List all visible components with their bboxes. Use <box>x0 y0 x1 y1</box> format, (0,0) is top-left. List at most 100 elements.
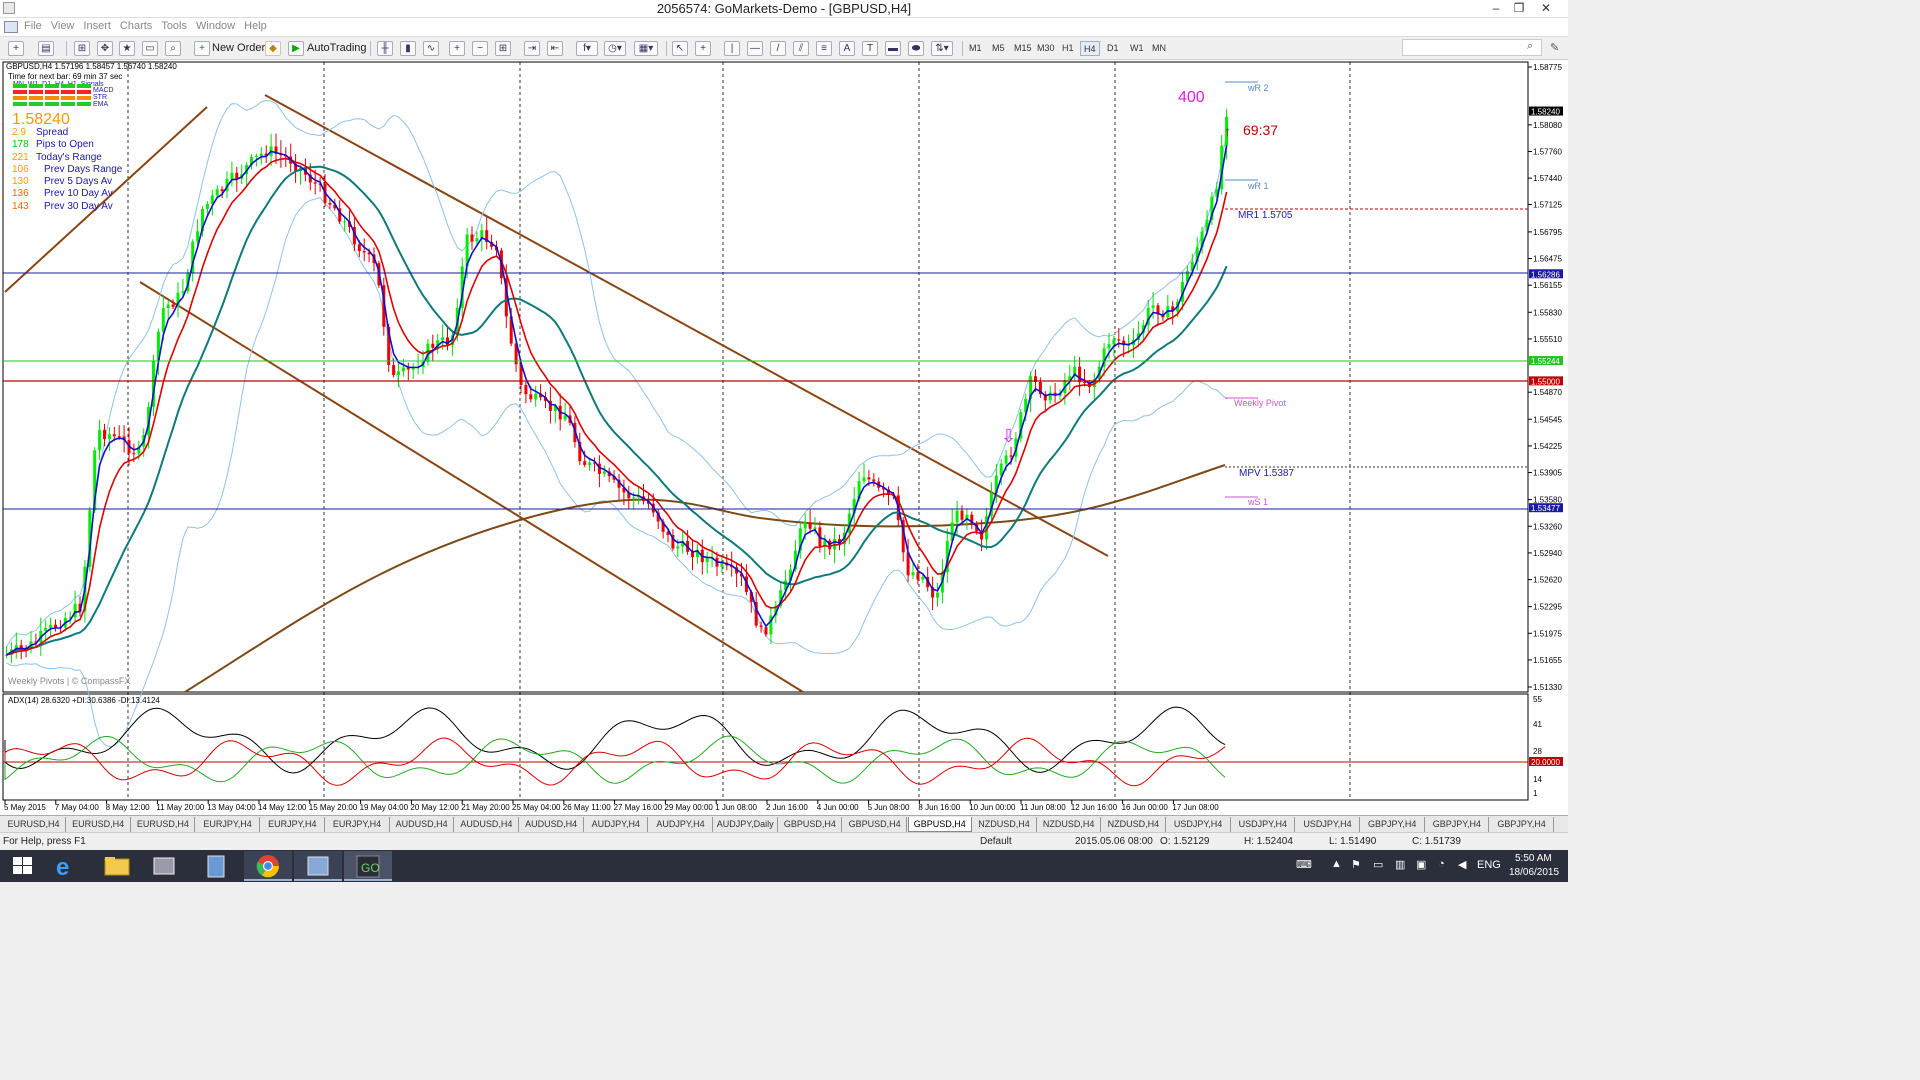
start-button[interactable] <box>0 851 48 881</box>
chart-tab[interactable]: EURJPY,H4 <box>196 817 261 832</box>
network-icon[interactable] <box>140 851 188 881</box>
candlestick-icon[interactable]: ▮ <box>400 41 416 56</box>
chart-tab[interactable]: NZDUSD,H4 <box>973 817 1037 832</box>
bar-chart-icon[interactable]: ╫ <box>377 41 393 56</box>
zoom-in-icon[interactable]: + <box>449 41 465 56</box>
templates-icon[interactable]: ▦▾ <box>634 41 658 56</box>
volume-icon[interactable]: ◀ <box>1458 858 1466 871</box>
cursor-icon[interactable]: ↖ <box>672 41 688 56</box>
chart-tab[interactable]: EURJPY,H4 <box>326 817 390 832</box>
chart-area[interactable]: 1.58775 1.58240 1.58080 1.57760 1.57440 1.571… <box>0 60 1568 816</box>
vertical-line-icon[interactable]: | <box>724 41 740 56</box>
indicators-icon[interactable]: f▾ <box>576 41 598 56</box>
meta-editor-icon[interactable]: ◆ <box>265 41 281 56</box>
autotrading-icon[interactable]: ▶ <box>288 41 304 56</box>
chart-tab[interactable]: GBPJPY,H4 <box>1425 817 1490 832</box>
new-order-icon[interactable]: + <box>194 41 210 56</box>
timeframe-h4[interactable]: H4 <box>1080 41 1100 56</box>
file-explorer-icon[interactable] <box>92 851 140 881</box>
timeframe-d1[interactable]: D1 <box>1104 41 1122 56</box>
action-center-icon[interactable]: ⚑ <box>1351 858 1361 871</box>
timeframe-h1[interactable]: H1 <box>1059 41 1077 56</box>
keyboard-icon[interactable]: ⌨ <box>1296 858 1312 871</box>
chart-shift-icon[interactable]: ⇤ <box>547 41 563 56</box>
auto-scroll-icon[interactable]: ⇥ <box>524 41 540 56</box>
metatrader-icon[interactable]: GO <box>344 851 392 881</box>
menu-view[interactable]: View <box>51 18 84 32</box>
timeframe-w1[interactable]: W1 <box>1127 41 1147 56</box>
menu-charts[interactable]: Charts <box>120 18 161 32</box>
battery-icon[interactable]: ▭ <box>1373 858 1383 871</box>
periods-icon[interactable]: ◷▾ <box>604 41 626 56</box>
menu-file[interactable]: File <box>24 18 51 32</box>
show-hidden-icons[interactable]: ▲ <box>1331 858 1342 870</box>
horizontal-line-icon[interactable]: — <box>747 41 763 56</box>
menu-insert[interactable]: Insert <box>83 18 120 32</box>
text-label-icon[interactable]: T <box>862 41 878 56</box>
line-chart-icon[interactable]: ∿ <box>423 41 439 56</box>
menu-help[interactable]: Help <box>244 18 276 32</box>
chrome-icon[interactable] <box>244 851 292 881</box>
ellipse-icon[interactable]: ⬬ <box>908 41 924 56</box>
market-watch-icon[interactable]: ⊞ <box>74 41 90 56</box>
price-chart-svg[interactable]: 1.58775 1.58240 1.58080 1.57760 1.57440 1.571… <box>0 60 1568 816</box>
chart-tab[interactable]: GBPUSD,H4 <box>843 817 908 832</box>
network-tray-icon[interactable]: ▥ <box>1395 858 1405 871</box>
timeframe-m30[interactable]: M30 <box>1034 41 1058 56</box>
sync-icon[interactable]: ◔ <box>1438 858 1445 870</box>
chart-tab[interactable]: AUDJPY,Daily <box>714 817 778 832</box>
close-button[interactable]: ✕ <box>1536 0 1556 18</box>
chart-tab[interactable]: NZDUSD,H4 <box>1102 817 1166 832</box>
clock-date[interactable]: 18/06/2015 <box>1509 867 1559 878</box>
timeframe-m15[interactable]: M15 <box>1011 41 1035 56</box>
timeframe-m5[interactable]: M5 <box>989 41 1008 56</box>
timeframe-m1[interactable]: M1 <box>966 41 985 56</box>
channel-icon[interactable]: ⫽ <box>793 41 809 56</box>
chart-tab[interactable]: AUDJPY,H4 <box>584 817 649 832</box>
chart-tab[interactable]: GBPUSD,H4 <box>907 817 972 832</box>
new-chart-icon[interactable]: + <box>8 41 24 56</box>
restore-button[interactable]: ❐ <box>1509 0 1529 18</box>
menu-window[interactable]: Window <box>196 18 244 32</box>
chart-tab[interactable]: EURUSD,H4 <box>67 817 131 832</box>
tile-windows-icon[interactable]: ⊞ <box>495 41 511 56</box>
profiles-icon[interactable]: ▤ <box>38 41 54 56</box>
tools-icon[interactable]: ✎ <box>1550 41 1559 54</box>
data-window-icon[interactable]: ✥ <box>97 41 113 56</box>
navigator-icon[interactable]: ★ <box>119 41 135 56</box>
rectangle-icon[interactable]: ▬ <box>885 41 901 56</box>
chart-tab[interactable]: GBPJPY,H4 <box>1361 817 1425 832</box>
calculator-icon[interactable] <box>192 851 240 881</box>
chart-tab[interactable]: EURUSD,H4 <box>131 817 196 832</box>
trendline-icon[interactable]: / <box>770 41 786 56</box>
text-icon[interactable]: A <box>839 41 855 56</box>
chart-tab[interactable]: GBPJPY,H4 <box>1490 817 1555 832</box>
crosshair-icon[interactable]: + <box>695 41 711 56</box>
strategy-tester-icon[interactable]: ⌕ <box>165 41 181 56</box>
chart-tab[interactable]: AUDUSD,H4 <box>520 817 584 832</box>
new-order-button[interactable]: New Order <box>212 40 265 57</box>
chart-tab[interactable]: USDJPY,H4 <box>1167 817 1231 832</box>
chart-tab[interactable]: EURUSD,H4 <box>2 817 66 832</box>
zoom-out-icon[interactable]: − <box>472 41 488 56</box>
autotrading-button[interactable]: AutoTrading <box>307 40 367 57</box>
chart-tab[interactable]: EURJPY,H4 <box>261 817 325 832</box>
minimize-button[interactable]: – <box>1486 0 1506 18</box>
language-indicator[interactable]: ENG <box>1477 859 1501 871</box>
chart-tab[interactable]: AUDUSD,H4 <box>455 817 519 832</box>
arrows-icon[interactable]: ⇅▾ <box>931 41 953 56</box>
photo-viewer-icon[interactable] <box>294 851 342 881</box>
chart-tab[interactable]: AUDUSD,H4 <box>390 817 455 832</box>
chart-tab[interactable]: USDJPY,H4 <box>1296 817 1360 832</box>
timeframe-mn[interactable]: MN <box>1149 41 1169 56</box>
chart-tab[interactable]: AUDJPY,H4 <box>649 817 713 832</box>
chart-tab[interactable]: USDJPY,H4 <box>1231 817 1296 832</box>
fibonacci-icon[interactable]: ≡ <box>816 41 832 56</box>
internet-explorer-icon[interactable]: e <box>42 851 90 881</box>
chart-tab[interactable]: GBPUSD,H4 <box>778 817 843 832</box>
search-icon[interactable]: ⌕ <box>1527 40 1533 53</box>
chart-tab[interactable]: NZDUSD,H4 <box>1037 817 1102 832</box>
display-icon[interactable]: ▣ <box>1416 858 1426 871</box>
search-input[interactable] <box>1402 39 1542 56</box>
menu-tools[interactable]: Tools <box>161 18 196 32</box>
